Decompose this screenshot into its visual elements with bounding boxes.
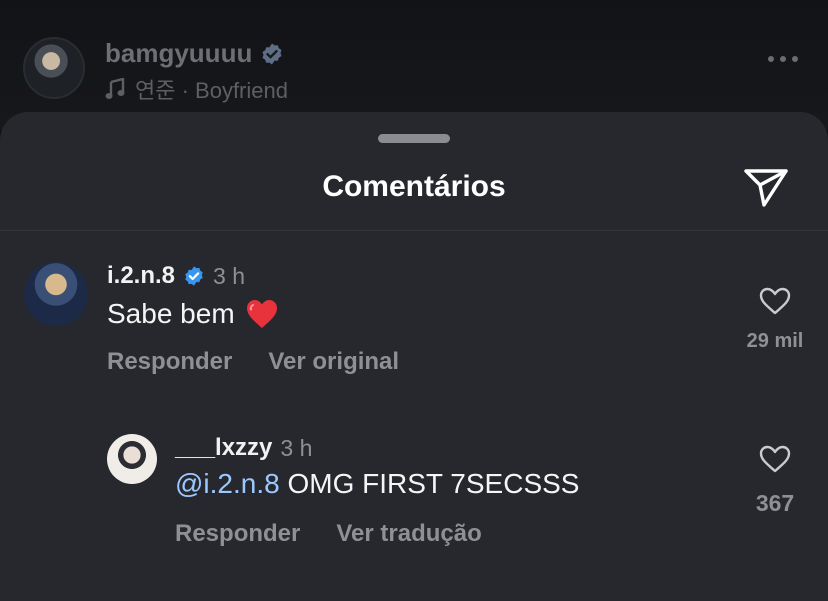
sheet-grabber[interactable]: [378, 134, 450, 143]
post-username[interactable]: bamgyuuuu: [105, 38, 252, 69]
sheet-title: Comentários: [322, 170, 506, 203]
reply-button[interactable]: Responder: [107, 348, 232, 376]
comment-actions: Responder Ver original: [107, 348, 399, 376]
like-button[interactable]: 367: [740, 444, 810, 517]
heart-outline-icon[interactable]: [758, 444, 792, 474]
comment-time: 3 h: [213, 262, 246, 289]
commenter-avatar[interactable]: [24, 262, 88, 326]
more-icon[interactable]: [768, 56, 798, 62]
comment-text: Sabe bem: [107, 298, 279, 330]
comment-header: ___lxzzy 3 h: [175, 434, 312, 462]
heart-outline-icon[interactable]: [758, 286, 792, 316]
commenter-avatar[interactable]: [107, 434, 157, 484]
see-translation-button[interactable]: Ver tradução: [336, 520, 481, 548]
heart-emoji-icon: [246, 300, 277, 328]
mention-link[interactable]: @i.2.n.8: [175, 468, 280, 499]
see-original-button[interactable]: Ver original: [268, 348, 399, 376]
music-note-icon: [105, 78, 125, 99]
verified-badge-icon: [185, 266, 203, 286]
like-count: 367: [755, 490, 795, 516]
post-music[interactable]: 연준 · Boyfriend: [105, 73, 288, 105]
post-author[interactable]: bamgyuuuu: [105, 38, 284, 69]
music-label: 연준 · Boyfriend: [135, 78, 288, 103]
comment-body: OMG FIRST 7SECSSS: [287, 468, 580, 499]
comments-sheet: Comentários i.2.n.8 3 h Sabe bem Respond…: [0, 112, 828, 601]
divider: [0, 230, 828, 231]
comment-username[interactable]: ___lxzzy: [175, 434, 272, 462]
comment-username[interactable]: i.2.n.8: [107, 262, 175, 290]
send-icon: [744, 169, 788, 207]
send-button[interactable]: [742, 165, 790, 209]
comment-header: i.2.n.8 3 h: [107, 262, 245, 290]
post-header: bamgyuuuu 연준 · Boyfriend: [0, 0, 828, 130]
like-button[interactable]: 29 mil: [740, 286, 810, 353]
like-count: 29 mil: [746, 330, 804, 352]
verified-badge-icon: [262, 43, 282, 64]
screen: bamgyuuuu 연준 · Boyfriend Comentários i.2…: [0, 0, 828, 601]
comment-actions: Responder Ver tradução: [175, 520, 482, 548]
post-avatar[interactable]: [23, 37, 85, 99]
comment-time: 3 h: [280, 434, 313, 461]
reply-button[interactable]: Responder: [175, 520, 300, 548]
comment-text: @i.2.n.8 OMG FIRST 7SECSSS: [175, 468, 579, 500]
comment-body: Sabe bem: [107, 298, 235, 329]
